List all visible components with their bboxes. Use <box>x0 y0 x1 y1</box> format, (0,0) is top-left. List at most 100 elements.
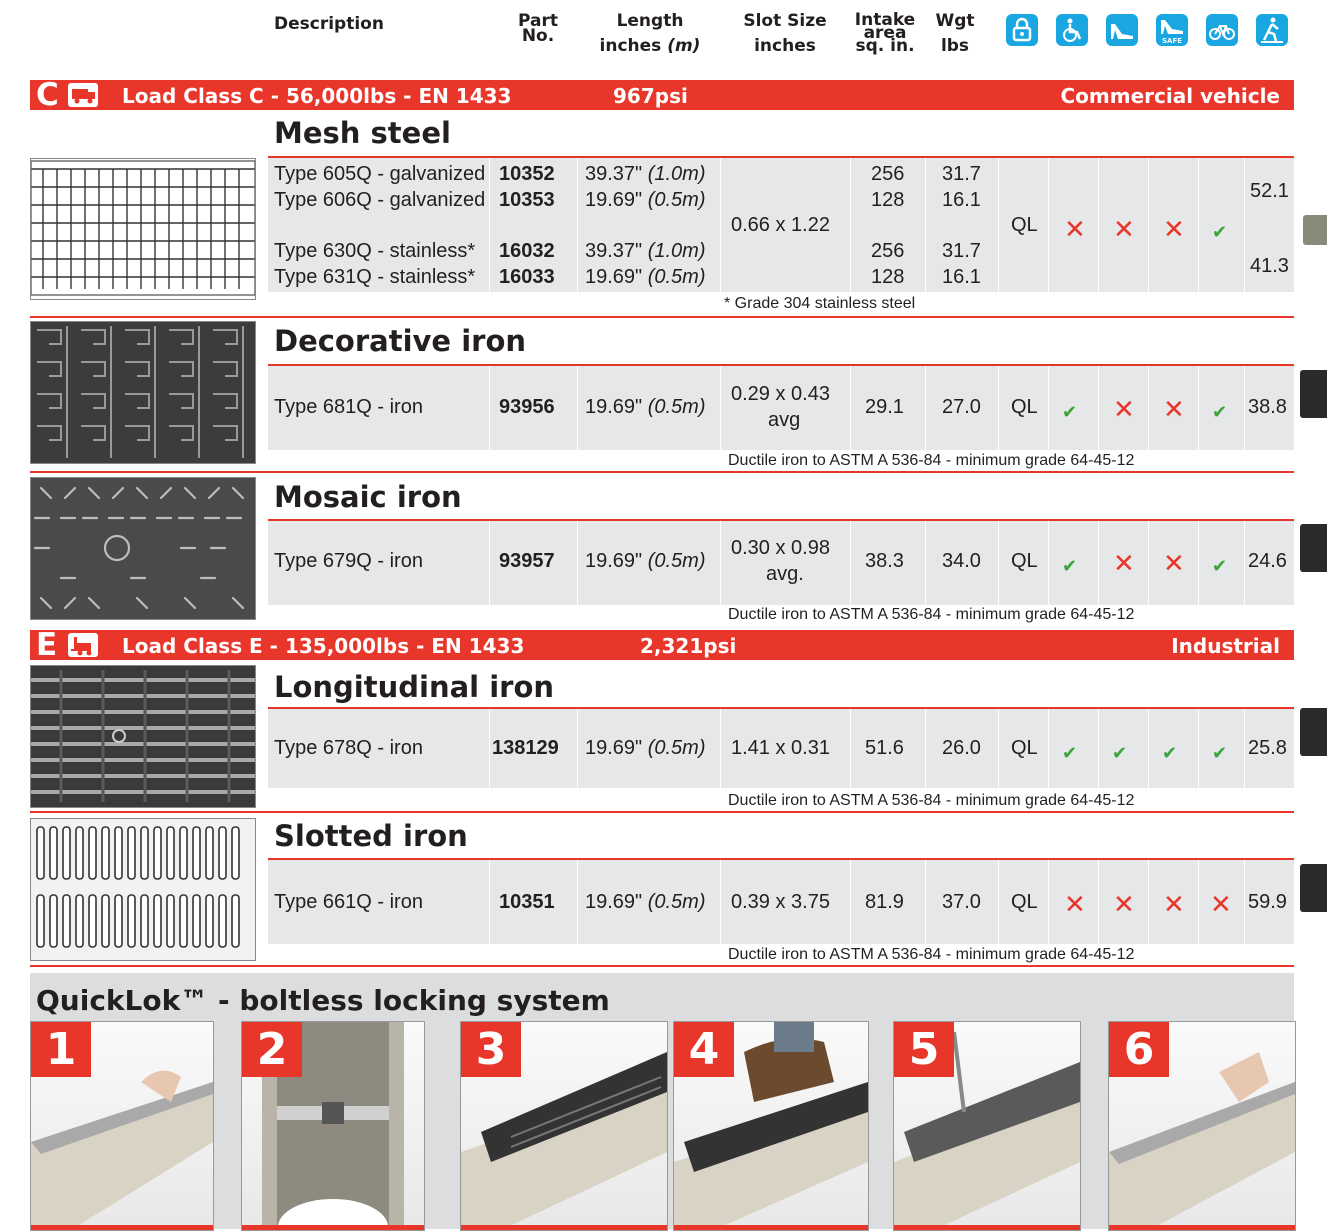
header-slot-size: Slot Size inches <box>743 11 827 56</box>
slotted-channel-image <box>1300 864 1327 912</box>
decorative-length: 19.69" (0.5m) <box>585 396 706 418</box>
mosaic-iron-grate-image <box>30 477 256 620</box>
decorative-part: 93956 <box>499 396 555 418</box>
mosaic-desc: Type 679Q - iron <box>274 550 423 572</box>
section-title-slotted: Slotted iron <box>274 819 468 853</box>
cross-icon: ✕ <box>1113 890 1135 920</box>
quicklok-step-1-photo: 1 <box>30 1021 214 1231</box>
cross-icon: ✕ <box>1163 395 1185 425</box>
longitudinal-wgt: 26.0 <box>942 737 981 759</box>
longitudinal-area: 51.6 <box>865 737 904 759</box>
cross-icon: ✕ <box>1113 549 1135 579</box>
mesh-part-4: 16033 <box>499 266 555 288</box>
truck-icon <box>68 83 98 107</box>
cross-icon: ✕ <box>1064 215 1086 245</box>
decorative-channel-image <box>1300 370 1327 418</box>
check-icon: ✔ <box>1162 743 1178 764</box>
longitudinal-ql: QL <box>1011 737 1038 759</box>
mosaic-slot-avg: avg. <box>766 563 804 585</box>
mesh-length-4: 19.69" (0.5m) <box>585 266 706 288</box>
mesh-wgt-2: 16.1 <box>942 189 981 211</box>
mesh-desc-4: Type 631Q - stainless* <box>274 266 476 288</box>
section-title-mosaic: Mosaic iron <box>274 480 462 514</box>
cross-icon: ✕ <box>1163 890 1185 920</box>
check-icon: ✔ <box>1212 556 1228 577</box>
longitudinal-channel-image <box>1300 708 1327 756</box>
cross-icon: ✕ <box>1064 890 1086 920</box>
cross-icon: ✕ <box>1113 215 1135 245</box>
decorative-area: 29.1 <box>865 396 904 418</box>
step-number: 1 <box>31 1022 91 1077</box>
pedestrian-icon <box>1256 14 1288 46</box>
mesh-slot-size: 0.66 x 1.22 <box>731 214 830 236</box>
heelsafe-icon: SAFE <box>1156 14 1188 46</box>
mesh-note: * Grade 304 stainless steel <box>724 295 916 312</box>
decorative-slot-size: 0.29 x 0.43 <box>731 383 830 405</box>
decorative-slot-avg: avg <box>768 409 801 431</box>
load-class-title: Load Class E - 135,000lbs - EN 1433 <box>122 634 525 658</box>
header-part-no: Part No. <box>518 11 558 46</box>
decorative-iron-grate-image <box>30 321 256 464</box>
load-class-usage: Commercial vehicle <box>1060 84 1280 108</box>
svg-text:SAFE: SAFE <box>1162 37 1182 45</box>
cross-icon: ✕ <box>1210 890 1232 920</box>
cross-icon: ✕ <box>1163 215 1185 245</box>
mesh-desc-1: Type 605Q - galvanized <box>274 163 486 185</box>
slotted-part: 10351 <box>499 891 555 913</box>
longitudinal-note: Ductile iron to ASTM A 536-84 - minimum … <box>728 792 1135 809</box>
check-icon: ✔ <box>1062 556 1078 577</box>
load-class-psi: 2,321psi <box>640 634 737 658</box>
mesh-steel-grate-image <box>30 158 256 300</box>
heel-icon <box>1106 14 1138 46</box>
wheelchair-icon <box>1056 14 1088 46</box>
decorative-desc: Type 681Q - iron <box>274 396 423 418</box>
quicklok-step-3-photo: 3 <box>460 1021 668 1231</box>
step-number: 3 <box>461 1022 521 1077</box>
step-number: 4 <box>674 1022 734 1077</box>
header-length: Length inches (m) <box>599 11 701 56</box>
check-icon: ✔ <box>1212 402 1228 423</box>
longitudinal-price: 25.8 <box>1248 737 1287 759</box>
load-class-usage: Industrial <box>1171 634 1280 658</box>
step-number: 5 <box>894 1022 954 1077</box>
load-class-psi: 967psi <box>613 84 688 108</box>
slotted-slot-size: 0.39 x 3.75 <box>731 891 830 913</box>
mesh-part-2: 10353 <box>499 189 555 211</box>
mesh-ql: QL <box>1011 214 1038 236</box>
check-icon: ✔ <box>1212 743 1228 764</box>
cross-icon: ✕ <box>1113 395 1135 425</box>
slotted-wgt: 37.0 <box>942 891 981 913</box>
load-class-e-bar: E Load Class E - 135,000lbs - EN 1433 2,… <box>30 627 1294 663</box>
longitudinal-iron-grate-image <box>30 665 256 808</box>
mosaic-length: 19.69" (0.5m) <box>585 550 706 572</box>
bicycle-icon <box>1206 14 1238 46</box>
mosaic-part: 93957 <box>499 550 555 572</box>
quicklok-title: QuickLok™ - boltless locking system <box>36 984 610 1017</box>
decorative-price: 38.8 <box>1248 396 1287 418</box>
load-class-letter: C <box>36 77 59 113</box>
longitudinal-length: 19.69" (0.5m) <box>585 737 706 759</box>
mosaic-price: 24.6 <box>1248 550 1287 572</box>
slotted-length: 19.69" (0.5m) <box>585 891 706 913</box>
mesh-part-1: 10352 <box>499 163 555 185</box>
mesh-area-3: 256 <box>871 240 905 262</box>
slotted-desc: Type 661Q - iron <box>274 891 423 913</box>
header-intake-area: Intake area sq. in. <box>854 10 916 56</box>
mesh-price-2: 41.3 <box>1250 255 1289 277</box>
mesh-wgt-3: 31.7 <box>942 240 981 262</box>
section-title-longitudinal: Longitudinal iron <box>274 670 555 704</box>
cross-icon: ✕ <box>1163 549 1185 579</box>
slotted-iron-grate-image <box>30 818 256 961</box>
mesh-area-1: 256 <box>871 163 905 185</box>
check-icon: ✔ <box>1212 222 1228 243</box>
longitudinal-desc: Type 678Q - iron <box>274 737 423 759</box>
quicklok-step-4-photo: 4 <box>673 1021 869 1231</box>
check-icon: ✔ <box>1062 743 1078 764</box>
step-number: 6 <box>1109 1022 1169 1077</box>
mesh-part-3: 16032 <box>499 240 555 262</box>
lock-icon <box>1006 14 1038 46</box>
decorative-ql: QL <box>1011 396 1038 418</box>
mesh-area-4: 128 <box>871 266 905 288</box>
mosaic-note: Ductile iron to ASTM A 536-84 - minimum … <box>728 606 1135 623</box>
mosaic-ql: QL <box>1011 550 1038 572</box>
